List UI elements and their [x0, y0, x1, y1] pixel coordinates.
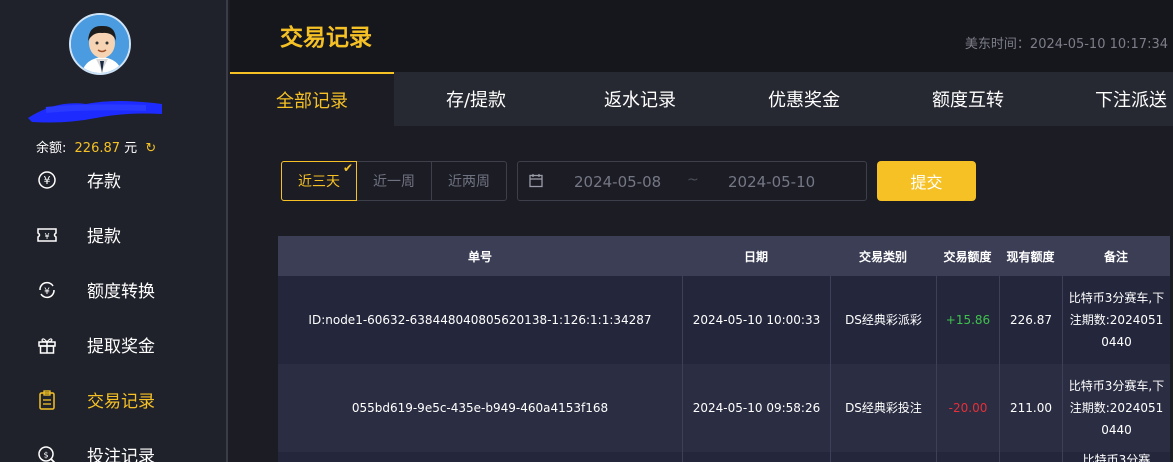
check-icon: ✔: [342, 161, 353, 175]
sidebar-item-withdraw[interactable]: ¥ 提款: [0, 207, 226, 262]
col-date: 日期: [743, 249, 768, 264]
page-title: 交易记录: [280, 25, 372, 51]
cell-balance: [999, 452, 1062, 462]
gift-icon: [36, 334, 58, 356]
sidebar-item-label: 存款: [87, 172, 121, 192]
search-record-icon: $: [36, 444, 58, 462]
cell-note: 比特币3分赛车,下注期数:20240510440: [1062, 276, 1170, 364]
sidebar-item-label: 额度转换: [87, 282, 155, 302]
tab-rebate[interactable]: 返水记录: [558, 72, 722, 126]
sidebar: 余额: 226.87 元 ↻ ¥ 存款 ¥ 提款 ¥ 额度转换 提取奖金 交易记…: [0, 0, 228, 462]
cell-date: 2024-05-10 10:00:33: [682, 276, 830, 364]
svg-text:$: $: [43, 450, 48, 459]
cell-balance: 211.00: [999, 364, 1062, 452]
cell-order-id: ID:node1-60632-638448040805620138-1:126:…: [308, 313, 652, 327]
cell-amount: [936, 452, 999, 462]
cell-date: 2024-05-10 09:58:26: [682, 364, 830, 452]
tab-bet-payout[interactable]: 下注派送: [1050, 72, 1173, 126]
col-balance: 现有额度: [1006, 249, 1055, 264]
col-amount: 交易额度: [943, 249, 992, 264]
tab-promo-bonus[interactable]: 优惠奖金: [722, 72, 886, 126]
username-redacted: [28, 101, 162, 123]
yen-coin-icon: ¥: [36, 169, 58, 191]
ticket-icon: ¥: [36, 224, 58, 246]
sidebar-item-label: 投注记录: [87, 447, 155, 462]
page-header: 交易记录 美东时间：2024-05-10 10:17:34: [230, 0, 1173, 72]
svg-text:¥: ¥: [44, 174, 51, 187]
cell-type: [830, 452, 936, 462]
sidebar-item-label: 提取奖金: [87, 337, 155, 357]
sidebar-item-transfer[interactable]: ¥ 额度转换: [0, 262, 226, 317]
date-separator: ~: [687, 172, 699, 188]
range-2-weeks[interactable]: 近两周: [432, 162, 506, 200]
date-range-picker[interactable]: 2024-05-08 ~ 2024-05-10: [517, 161, 867, 201]
table-row: 055bd619-9e5c-435e-b949-460a4153f168 202…: [278, 364, 1170, 452]
sidebar-item-label: 交易记录: [87, 392, 155, 412]
cell-date: [682, 452, 830, 462]
tab-credit-transfer[interactable]: 额度互转: [886, 72, 1050, 126]
transactions-table: 单号 日期 交易类别 交易额度 现有额度 备注 ID:node1-60632-6…: [278, 236, 1170, 462]
eastern-time: 美东时间：2024-05-10 10:17:34: [964, 37, 1168, 52]
submit-button[interactable]: 提交: [877, 161, 976, 201]
svg-text:¥: ¥: [44, 232, 49, 241]
sidebar-item-bet-records[interactable]: $ 投注记录: [0, 427, 226, 462]
col-order-id: 单号: [467, 249, 492, 264]
cell-type: DS经典彩派彩: [830, 276, 936, 364]
tab-all-records[interactable]: 全部记录: [230, 72, 394, 126]
range-3-days[interactable]: 近三天 ✔: [281, 161, 357, 201]
clipboard-icon: [36, 389, 58, 411]
sidebar-item-label: 提款: [87, 227, 121, 247]
exchange-coin-icon: ¥: [36, 279, 58, 301]
date-to-input[interactable]: 2024-05-10: [728, 173, 815, 191]
user-avatar[interactable]: [69, 13, 131, 75]
col-type: 交易类别: [858, 249, 907, 264]
avatar-image: [71, 15, 129, 73]
range-1-week[interactable]: 近一周: [357, 162, 432, 200]
cell-balance: 226.87: [999, 276, 1062, 364]
date-from-input[interactable]: 2024-05-08: [574, 173, 661, 191]
sidebar-item-transactions[interactable]: 交易记录: [0, 372, 226, 427]
cell-order-id: 055bd619-9e5c-435e-b949-460a4153f168: [351, 401, 609, 415]
table-row: 比特币3分赛: [278, 452, 1170, 462]
cell-order-id: [278, 452, 682, 462]
calendar-icon: [529, 173, 543, 192]
record-tabs: 全部记录 存/提款 返水记录 优惠奖金 额度互转 下注派送: [230, 72, 1173, 126]
svg-text:¥: ¥: [44, 287, 50, 297]
table-header: 单号 日期 交易类别 交易额度 现有额度 备注: [278, 236, 1170, 276]
range-label: 近两周: [448, 174, 490, 190]
cell-amount: +15.86: [936, 276, 999, 364]
cell-note: 比特币3分赛车,下注期数:20240510440: [1062, 364, 1170, 452]
tab-deposit-withdraw[interactable]: 存/提款: [394, 72, 558, 126]
cell-note: 比特币3分赛: [1062, 452, 1170, 462]
sidebar-item-deposit[interactable]: ¥ 存款: [0, 152, 226, 207]
cell-amount: -20.00: [936, 364, 999, 452]
cell-type: DS经典彩投注: [830, 364, 936, 452]
table-row: ID:node1-60632-638448040805620138-1:126:…: [278, 276, 1170, 364]
range-label: 近三天: [298, 174, 340, 190]
sidebar-item-bonus[interactable]: 提取奖金: [0, 317, 226, 372]
col-note: 备注: [1103, 249, 1128, 264]
range-label: 近一周: [373, 174, 415, 190]
date-range-selector: 近三天 ✔ 近一周 近两周: [281, 161, 507, 201]
